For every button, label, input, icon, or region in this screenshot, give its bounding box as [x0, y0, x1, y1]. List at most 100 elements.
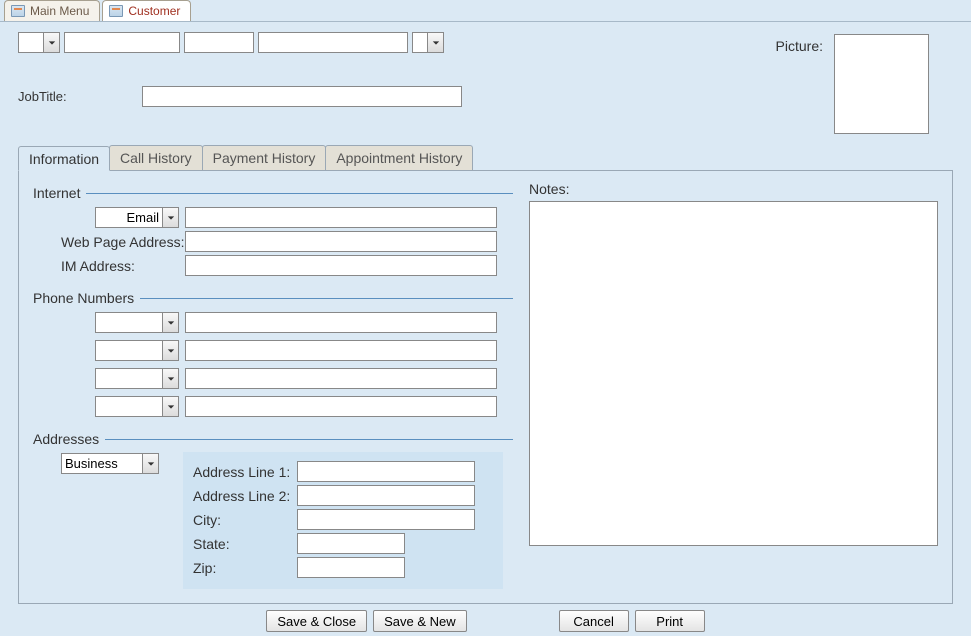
cancel-button[interactable]: Cancel — [559, 610, 629, 632]
address-zip-label: Zip: — [193, 560, 297, 576]
notes-textarea[interactable] — [529, 201, 938, 546]
tab-call-history[interactable]: Call History — [109, 145, 203, 170]
job-title-row: JobTitle: — [18, 86, 953, 107]
phone-type-1-combo[interactable] — [95, 312, 179, 333]
first-name-input[interactable] — [64, 32, 180, 53]
notes-label: Notes: — [529, 181, 938, 197]
address-line1-row: Address Line 1: — [193, 461, 493, 482]
tab-payment-history[interactable]: Payment History — [202, 145, 327, 170]
left-column: Internet Web Page Address: — [33, 181, 513, 589]
dropdown-arrow-icon[interactable] — [162, 208, 178, 227]
address-zip-input[interactable] — [297, 557, 405, 578]
address-city-row: City: — [193, 509, 493, 530]
print-button[interactable]: Print — [635, 610, 705, 632]
im-input[interactable] — [185, 255, 497, 276]
section-phone: Phone Numbers — [33, 290, 513, 306]
name-header: Picture: — [18, 32, 953, 82]
section-phone-label: Phone Numbers — [33, 290, 140, 306]
phone-type-2-combo[interactable] — [95, 340, 179, 361]
divider — [105, 439, 513, 440]
phone-type-3-combo[interactable] — [95, 368, 179, 389]
job-title-label: JobTitle: — [18, 89, 136, 104]
job-title-input[interactable] — [142, 86, 462, 107]
address-line2-row: Address Line 2: — [193, 485, 493, 506]
address-panel: Address Line 1: Address Line 2: City: St… — [183, 452, 503, 589]
right-column: Notes: — [529, 181, 938, 589]
address-line2-input[interactable] — [297, 485, 475, 506]
address-city-input[interactable] — [297, 509, 475, 530]
section-addresses: Addresses — [33, 431, 513, 447]
email-type-input[interactable] — [96, 208, 162, 227]
form-icon — [109, 5, 123, 17]
picture-box[interactable] — [834, 34, 929, 134]
prefix-input[interactable] — [19, 33, 43, 52]
web-row: Web Page Address: — [61, 231, 513, 252]
phone-row-1 — [61, 312, 513, 333]
customer-form: Picture: JobTitle: Information Call Hist… — [0, 22, 971, 636]
dropdown-arrow-icon[interactable] — [162, 369, 178, 388]
dropdown-arrow-icon[interactable] — [162, 341, 178, 360]
email-row — [61, 207, 513, 228]
phone-row-2 — [61, 340, 513, 361]
divider — [86, 193, 513, 194]
address-state-label: State: — [193, 536, 297, 552]
email-input[interactable] — [185, 207, 497, 228]
phone-value-4-input[interactable] — [185, 396, 497, 417]
save-new-button[interactable]: Save & New — [373, 610, 467, 632]
suffix-combo[interactable] — [412, 32, 444, 53]
web-input[interactable] — [185, 231, 497, 252]
im-label: IM Address: — [61, 258, 185, 274]
email-type-combo[interactable] — [95, 207, 179, 228]
tab-main-menu-label: Main Menu — [30, 4, 89, 18]
address-city-label: City: — [193, 512, 297, 528]
im-row: IM Address: — [61, 255, 513, 276]
section-internet-label: Internet — [33, 185, 86, 201]
phone-type-1-input[interactable] — [96, 313, 162, 332]
phone-grid — [33, 312, 513, 417]
tab-information[interactable]: Information — [18, 146, 110, 171]
address-line2-label: Address Line 2: — [193, 488, 297, 504]
detail-tab-row: Information Call History Payment History… — [18, 145, 953, 171]
address-state-input[interactable] — [297, 533, 405, 554]
address-line1-input[interactable] — [297, 461, 475, 482]
dropdown-arrow-icon[interactable] — [162, 397, 178, 416]
dropdown-arrow-icon[interactable] — [162, 313, 178, 332]
phone-value-2-input[interactable] — [185, 340, 497, 361]
prefix-combo[interactable] — [18, 32, 60, 53]
divider — [140, 298, 513, 299]
phone-value-3-input[interactable] — [185, 368, 497, 389]
last-name-input[interactable] — [258, 32, 408, 53]
suffix-input[interactable] — [413, 33, 427, 52]
dropdown-arrow-icon[interactable] — [43, 33, 59, 52]
middle-name-input[interactable] — [184, 32, 254, 53]
section-internet: Internet — [33, 185, 513, 201]
address-type-input[interactable] — [62, 454, 142, 473]
dropdown-arrow-icon[interactable] — [142, 454, 158, 473]
phone-type-2-input[interactable] — [96, 341, 162, 360]
email-type-cell — [61, 207, 185, 228]
phone-type-4-combo[interactable] — [95, 396, 179, 417]
phone-row-4 — [61, 396, 513, 417]
tab-main-menu[interactable]: Main Menu — [4, 0, 100, 21]
address-line1-label: Address Line 1: — [193, 464, 297, 480]
tab-appointment-history[interactable]: Appointment History — [325, 145, 473, 170]
address-zip-row: Zip: — [193, 557, 493, 578]
section-addresses-label: Addresses — [33, 431, 105, 447]
save-close-button[interactable]: Save & Close — [266, 610, 367, 632]
phone-type-4-input[interactable] — [96, 397, 162, 416]
app-tab-bar: Main Menu Customer — [0, 0, 971, 22]
form-icon — [11, 5, 25, 17]
picture-label: Picture: — [776, 38, 823, 54]
dropdown-arrow-icon[interactable] — [427, 33, 443, 52]
name-fields — [18, 32, 444, 53]
tab-customer-label: Customer — [128, 4, 180, 18]
address-state-row: State: — [193, 533, 493, 554]
button-row: Save & Close Save & New Cancel Print — [18, 610, 953, 632]
address-type-combo[interactable] — [61, 453, 159, 474]
detail-tabs: Information Call History Payment History… — [18, 145, 953, 604]
web-label: Web Page Address: — [61, 234, 185, 250]
tab-content-information: Internet Web Page Address: — [18, 171, 953, 604]
tab-customer[interactable]: Customer — [102, 0, 191, 21]
phone-type-3-input[interactable] — [96, 369, 162, 388]
phone-value-1-input[interactable] — [185, 312, 497, 333]
